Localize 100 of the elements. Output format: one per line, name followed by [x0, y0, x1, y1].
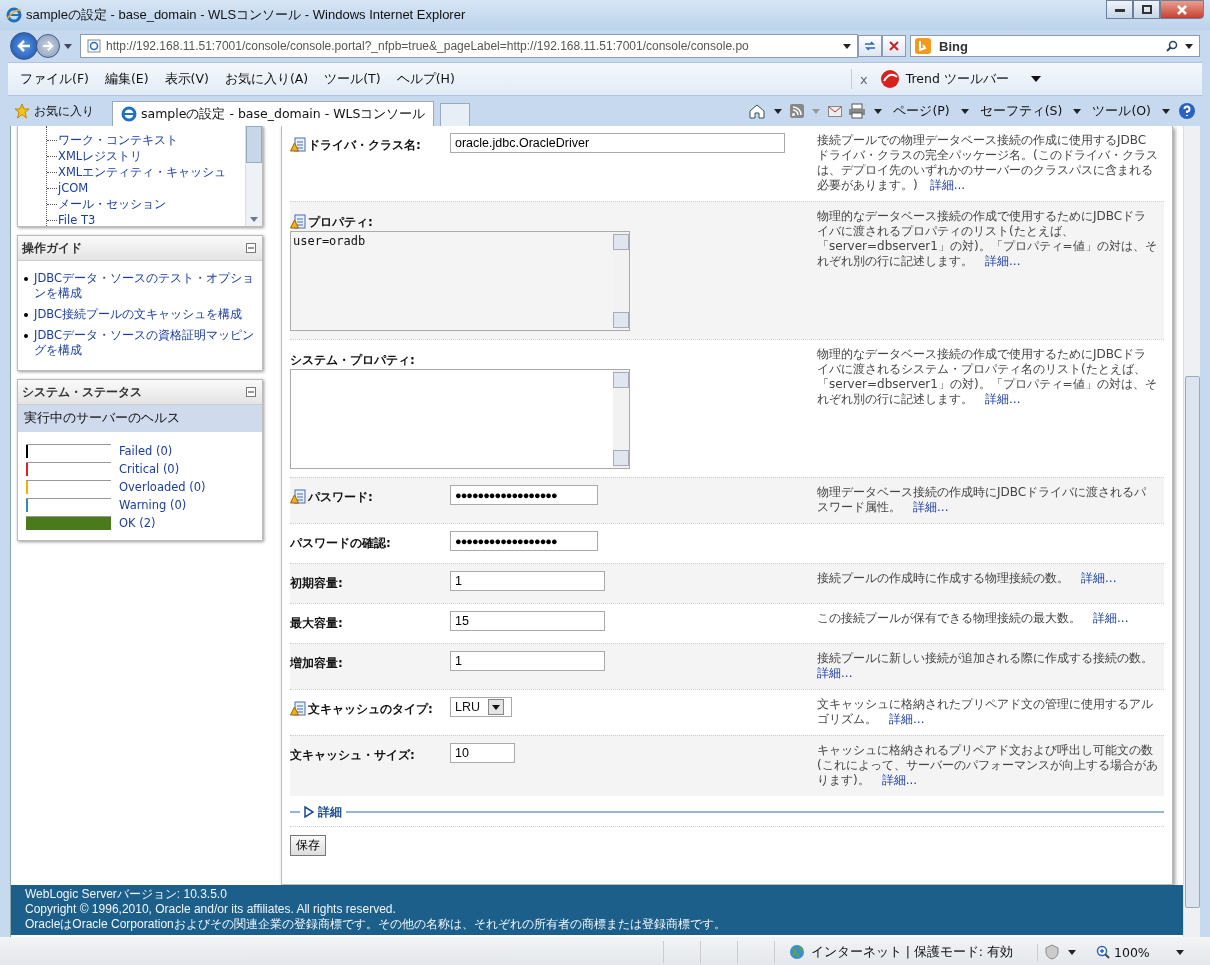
browser-logo-icon	[6, 7, 22, 23]
more-link[interactable]: 詳細...	[817, 666, 853, 680]
tree-item[interactable]: ワーク・コンテキスト	[58, 132, 178, 148]
more-link[interactable]: 詳細...	[985, 392, 1021, 406]
search-provider-icon	[915, 38, 931, 54]
dropdown[interactable]: LRU	[450, 697, 512, 717]
forward-button[interactable]	[36, 34, 60, 58]
health-link[interactable]: Critical (0)	[119, 462, 180, 476]
field-description: 接続プールでの物理データベース接続の作成に使用するJDBCドライバ・クラスの完全パッケージ名。(このドライバ・クラスは、デプロイ先のいずれかのサーバーのクラスパスに含まれる必要があります。) 詳細...	[817, 133, 1158, 193]
more-link[interactable]: 詳細...	[929, 178, 966, 192]
menu-item[interactable]: ツール(T)	[324, 70, 381, 88]
zoom-icon	[1096, 945, 1110, 959]
input-field[interactable]: ●●●●●●●●●●●●●●●●●●	[450, 485, 598, 505]
feed-icon[interactable]	[790, 104, 805, 118]
guide-link[interactable]: JDBCデータ・ソースの資格証明マッピングを構成	[34, 328, 256, 358]
health-link[interactable]: OK (2)	[119, 516, 156, 530]
caret-icon[interactable]	[64, 43, 72, 49]
command-menu[interactable]: セーフティ(S)	[979, 102, 1063, 120]
page-scrollbar[interactable]	[1183, 126, 1200, 937]
toolbar-menu[interactable]: Trend ツールバー	[905, 70, 1009, 88]
input-field[interactable]: 1	[450, 571, 605, 591]
caret-icon[interactable]	[1073, 108, 1082, 114]
caret-icon[interactable]	[1185, 44, 1193, 49]
close-toolbar-button[interactable]: x	[860, 71, 868, 87]
text-area-field[interactable]: user=oradb	[290, 231, 630, 331]
more-link[interactable]: 詳細...	[1081, 571, 1117, 585]
command-menu[interactable]: ページ(P)	[893, 102, 950, 120]
maximize-icon	[1141, 5, 1152, 14]
menu-item[interactable]: 編集(E)	[104, 70, 149, 88]
browser-logo-icon	[121, 106, 137, 122]
collapse-icon[interactable]	[246, 387, 256, 397]
scrollbar[interactable]	[613, 370, 629, 468]
tree-item[interactable]: XMLレジストリ	[58, 148, 143, 164]
caret-icon[interactable]	[960, 108, 969, 114]
close-icon	[889, 41, 899, 51]
close-button[interactable]	[1160, 0, 1204, 19]
menu-item[interactable]: ヘルプ(H)	[396, 70, 455, 88]
field-label: 文キャッシュ・サイズ:	[290, 747, 415, 764]
menu-item[interactable]: 表示(V)	[164, 70, 209, 88]
tree-item[interactable]: メール・セッション	[58, 196, 166, 212]
caret-icon[interactable]	[1162, 108, 1170, 114]
tree-item[interactable]: File T3	[58, 213, 96, 226]
globe-icon	[788, 944, 805, 960]
input-field[interactable]: 15	[450, 611, 605, 631]
field-description: 文キャッシュに格納されたプリペアド文の管理に使用するアルゴリズム。 詳細...	[817, 697, 1154, 727]
field-description: 接続プールに新しい接続が追加される際に作成する接続の数。 詳細...	[817, 651, 1154, 681]
tree-item[interactable]: jCOM	[58, 181, 89, 195]
down-arrow-icon[interactable]	[250, 217, 258, 222]
input-field[interactable]: 10	[450, 743, 515, 763]
field-description: 物理データベース接続の作成時にJDBCドライバに渡されるパスワード属性。 詳細...	[817, 485, 1148, 515]
more-link[interactable]: 詳細...	[1093, 611, 1129, 625]
zoom-level[interactable]: 100%	[1114, 944, 1150, 960]
guide-link[interactable]: JDBC接続プールの文キャッシュを構成	[34, 307, 242, 322]
refresh-button[interactable]	[858, 35, 882, 57]
input-field[interactable]: 1	[450, 651, 605, 671]
address-field[interactable]: http://192.168.11.51:7001/console/console.portal?_nfpb=true&_pageLabel=http://192.168.11.51:7001/console/console.po	[80, 34, 858, 58]
health-link[interactable]: Warning (0)	[119, 498, 187, 512]
field-label: パスワード:	[308, 489, 373, 506]
input-field[interactable]: ●●●●●●●●●●●●●●●●●●	[450, 531, 598, 551]
menu-item[interactable]: ファイル(F)	[20, 70, 89, 88]
field-label: プロパティ:	[308, 214, 373, 231]
search-field[interactable]: Bing	[910, 35, 1200, 57]
more-link[interactable]: 詳細...	[889, 712, 925, 726]
menu-item[interactable]: お気に入り(A)	[224, 70, 309, 88]
minimize-button[interactable]	[1106, 0, 1133, 19]
expand-triangle-icon[interactable]	[304, 806, 314, 818]
search-icon[interactable]	[1166, 40, 1178, 52]
health-link[interactable]: Failed (0)	[119, 444, 173, 458]
text-area-field[interactable]	[290, 369, 630, 469]
stop-button[interactable]	[882, 35, 906, 57]
footer-text: WebLogic Serverバージョン: 10.3.5.0	[25, 887, 228, 902]
caret-icon[interactable]	[843, 43, 851, 49]
caret-icon[interactable]	[1030, 76, 1041, 82]
mail-icon[interactable]	[828, 105, 843, 117]
command-menu[interactable]: ツール(O)	[1092, 102, 1151, 120]
star-icon	[14, 103, 30, 119]
help-icon[interactable]	[1178, 102, 1196, 120]
home-icon[interactable]	[748, 103, 767, 119]
more-link[interactable]: 詳細...	[913, 500, 949, 514]
browser-tab[interactable]: sampleの設定 - base_domain - WLSコンソール	[112, 101, 435, 126]
field-description: 物理的なデータベース接続の作成で使用するためにJDBCドライバに渡されるプロパティのリスト(たとえば、「server=dbserver1」の対)。「プロパティ=値」の対は、それぞれ別の行に記述します。 詳細...	[817, 209, 1158, 269]
caret-icon[interactable]	[874, 108, 883, 114]
save-button[interactable]: 保存	[290, 835, 326, 856]
favorites-button[interactable]: お気に入り	[34, 102, 94, 120]
back-button[interactable]	[10, 32, 38, 60]
more-link[interactable]: 詳細...	[985, 254, 1021, 268]
caret-icon[interactable]	[774, 108, 783, 114]
caret-icon[interactable]	[1068, 949, 1076, 955]
collapse-icon[interactable]	[246, 243, 256, 253]
scrollbar[interactable]	[245, 126, 262, 226]
health-link[interactable]: Overloaded (0)	[119, 480, 206, 494]
input-field[interactable]: oracle.jdbc.OracleDriver	[450, 133, 785, 153]
more-link[interactable]: 詳細...	[881, 773, 918, 787]
printer-icon[interactable]	[848, 103, 867, 119]
tree-item[interactable]: XMLエンティティ・キャッシュ	[58, 164, 227, 180]
caret-icon[interactable]	[1176, 949, 1184, 955]
scrollbar[interactable]	[613, 232, 629, 330]
guide-link[interactable]: JDBCデータ・ソースのテスト・オプションを構成	[34, 271, 256, 301]
section-toggle[interactable]: 詳細	[318, 803, 342, 821]
maximize-button[interactable]	[1133, 0, 1160, 19]
